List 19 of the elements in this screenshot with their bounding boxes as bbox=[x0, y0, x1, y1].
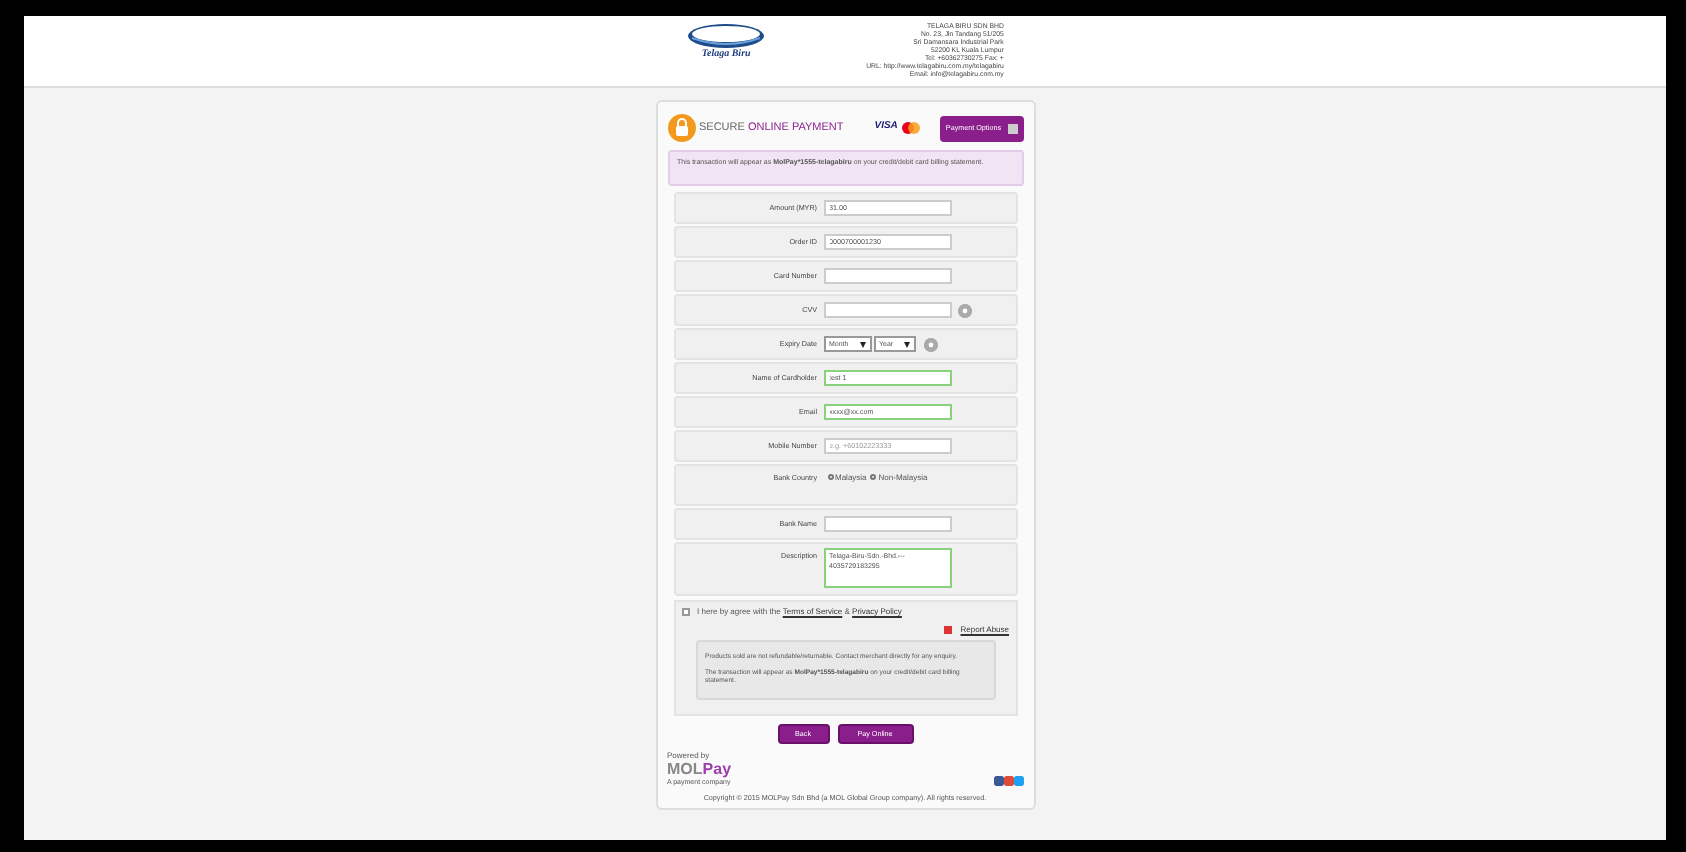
radio-button[interactable] bbox=[827, 474, 833, 480]
caret-icon bbox=[903, 341, 909, 347]
radio-button[interactable] bbox=[870, 474, 877, 480]
caret-icon bbox=[859, 341, 865, 347]
logo-icon bbox=[686, 22, 767, 50]
checkbox[interactable] bbox=[681, 608, 689, 617]
input-field[interactable] bbox=[823, 302, 951, 318]
grid-icon bbox=[1007, 123, 1017, 133]
lock-icon bbox=[667, 114, 695, 142]
mastercard-icon bbox=[901, 122, 920, 134]
input-field[interactable] bbox=[823, 268, 951, 284]
google-plus-icon[interactable] bbox=[1003, 775, 1013, 786]
flag-icon bbox=[944, 625, 953, 634]
facebook-icon[interactable] bbox=[993, 775, 1003, 786]
input-field[interactable] bbox=[823, 516, 951, 532]
molpay-logo: MOLPay bbox=[667, 761, 732, 778]
help-icon[interactable] bbox=[957, 303, 971, 317]
twitter-icon[interactable] bbox=[1013, 775, 1023, 786]
help-icon[interactable] bbox=[923, 337, 937, 351]
